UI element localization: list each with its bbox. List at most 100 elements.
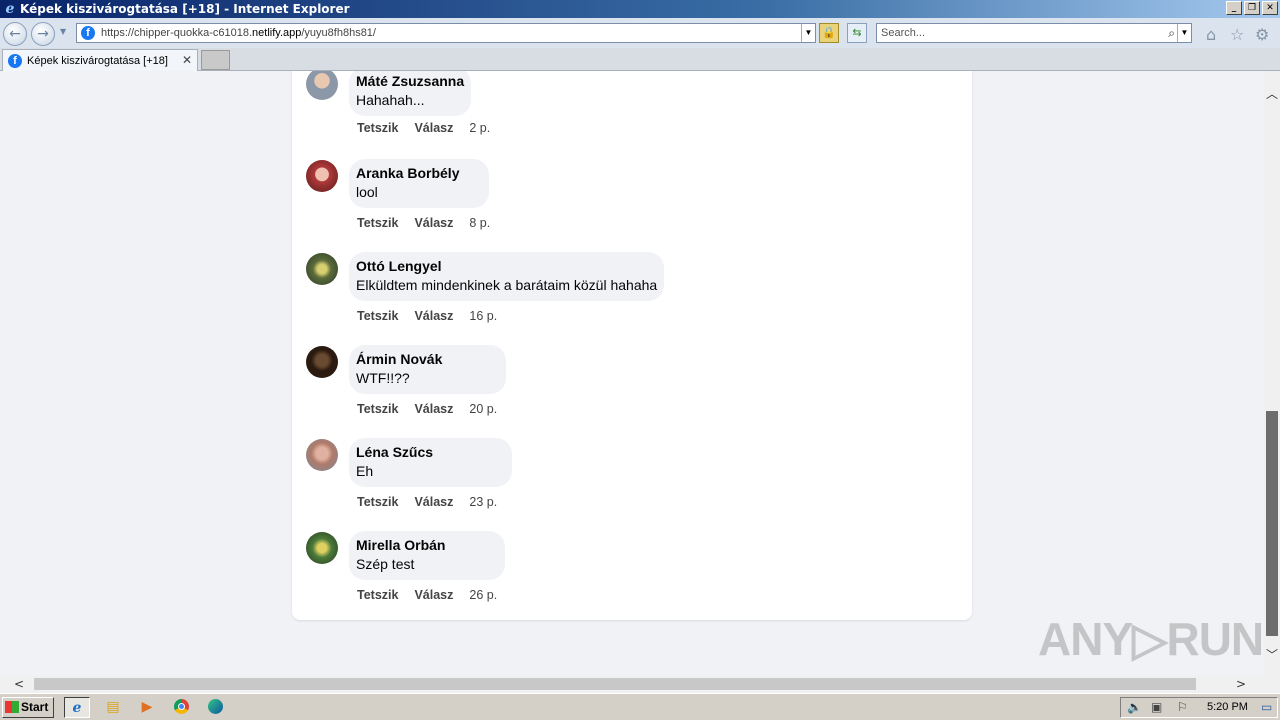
volume-icon[interactable]: 🔈 — [1127, 700, 1142, 714]
new-tab-button[interactable] — [201, 50, 230, 70]
search-box[interactable]: Search... ⌕ ▼ — [876, 23, 1192, 43]
address-dropdown-icon[interactable]: ▼ — [801, 24, 815, 42]
anyrun-watermark: ANY▷RUN — [1038, 613, 1264, 665]
vertical-scrollbar[interactable]: ︿ ﹀ — [1264, 71, 1280, 676]
comment-text: Szép test — [356, 556, 415, 572]
reply-button[interactable]: Válasz — [414, 216, 453, 230]
comment-bubble: Máté Zsuzsanna Hahahah... — [349, 71, 472, 116]
comment-text: lool — [356, 184, 378, 200]
comment-text: Elküldtem mindenkinek a barátaim közül h… — [356, 277, 658, 293]
comment-author[interactable]: Aranka Borbély — [356, 164, 459, 183]
lock-icon[interactable]: 🔒 — [819, 23, 839, 43]
comment-actions: Tetszik Válasz 20 p. — [357, 402, 497, 416]
avatar[interactable] — [306, 346, 338, 378]
restore-button[interactable]: ❐ — [1244, 1, 1260, 15]
back-arrow-icon: ← — [9, 26, 21, 42]
file-explorer-icon[interactable]: ▤ — [100, 697, 126, 718]
system-tray: 🔈 ▣ ⚐ 5:20 PM ▭ — [1120, 697, 1278, 718]
clock[interactable]: 5:20 PM — [1207, 701, 1248, 713]
comment-actions: Tetszik Válasz 16 p. — [357, 309, 497, 323]
horizontal-scrollbar[interactable]: < > — [0, 676, 1264, 693]
comment-text: Hahahah... — [356, 92, 425, 108]
home-icon[interactable]: ⌂ — [1206, 25, 1216, 44]
tab-bar: f Képek kiszivárogtatása [+18] ✕ — [0, 48, 1280, 71]
media-player-icon[interactable]: ▶ — [134, 697, 160, 718]
like-button[interactable]: Tetszik — [357, 309, 398, 323]
tab-active[interactable]: f Képek kiszivárogtatása [+18] ✕ — [2, 49, 198, 71]
comment-time[interactable]: 23 p. — [469, 495, 497, 509]
search-placeholder: Search... — [881, 27, 926, 39]
reply-button[interactable]: Válasz — [414, 402, 453, 416]
avatar[interactable] — [306, 160, 338, 192]
network-icon[interactable]: ▣ — [1151, 700, 1162, 714]
close-button[interactable]: ✕ — [1262, 1, 1278, 15]
comment-author[interactable]: Ottó Lengyel — [356, 257, 657, 276]
comment-author[interactable]: Máté Zsuzsanna — [356, 72, 464, 91]
comment-bubble: Léna Szűcs Eh — [349, 438, 513, 487]
comment-time[interactable]: 16 p. — [469, 309, 497, 323]
favorites-star-icon[interactable]: ☆ — [1230, 25, 1244, 44]
avatar[interactable] — [306, 253, 338, 285]
comment-bubble: Mirella Orbán Szép test — [349, 531, 506, 580]
refresh-icon[interactable]: ⇆ — [847, 23, 867, 43]
window-title: Képek kiszivárogtatása [+18] - Internet … — [20, 2, 350, 16]
reply-button[interactable]: Válasz — [414, 588, 453, 602]
back-button[interactable]: ← — [3, 22, 27, 46]
facebook-favicon-icon: f — [8, 53, 22, 68]
search-icon[interactable]: ⌕ — [1168, 24, 1175, 42]
minimize-button[interactable]: _ — [1226, 1, 1242, 15]
reply-button[interactable]: Válasz — [414, 121, 453, 135]
comment-time[interactable]: 2 p. — [469, 121, 490, 135]
comment-bubble: Ottó Lengyel Elküldtem mindenkinek a bar… — [349, 252, 665, 301]
scrollbar-corner — [1264, 676, 1280, 693]
url-domain: netlify.app — [252, 27, 302, 39]
tab-close-icon[interactable]: ✕ — [182, 53, 192, 67]
search-dropdown-icon[interactable]: ▼ — [1177, 24, 1191, 42]
reply-button[interactable]: Válasz — [414, 495, 453, 509]
internet-explorer-taskbar-icon[interactable]: e — [64, 697, 90, 718]
avatar[interactable] — [306, 532, 338, 564]
url-prefix: https://chipper-quokka-c61018. — [101, 27, 253, 39]
horizontal-scroll-thumb[interactable] — [34, 678, 1196, 690]
show-desktop-icon[interactable]: ▭ — [1261, 700, 1272, 714]
windows-logo-icon — [5, 701, 19, 713]
taskbar: Start e ▤ ▶ 🔈 ▣ ⚐ 5:20 PM ▭ — [0, 693, 1280, 720]
comment-time[interactable]: 26 p. — [469, 588, 497, 602]
reply-button[interactable]: Válasz — [414, 309, 453, 323]
scroll-up-icon[interactable]: ︿ — [1264, 85, 1280, 102]
comment-bubble: Ármin Novák WTF!!?? — [349, 345, 507, 394]
scroll-right-icon[interactable]: > — [1236, 676, 1246, 693]
comment-author[interactable]: Mirella Orbán — [356, 536, 445, 555]
like-button[interactable]: Tetszik — [357, 495, 398, 509]
like-button[interactable]: Tetszik — [357, 121, 398, 135]
settings-gear-icon[interactable]: ⚙ — [1255, 25, 1269, 44]
comment-author[interactable]: Léna Szűcs — [356, 443, 433, 462]
scroll-left-icon[interactable]: < — [14, 676, 24, 693]
comment-bubble: Aranka Borbély lool — [349, 159, 490, 208]
comment-text: Eh — [356, 463, 374, 479]
page-viewport: Máté Zsuzsanna Hahahah... Tetszik Válasz… — [0, 71, 1264, 676]
navigation-bar: ← → ▼ f https://chipper-quokka-c61018.ne… — [0, 18, 1280, 48]
like-button[interactable]: Tetszik — [357, 588, 398, 602]
scroll-down-icon[interactable]: ﹀ — [1264, 646, 1280, 663]
edge-icon[interactable] — [202, 697, 228, 718]
action-center-flag-icon[interactable]: ⚐ — [1177, 700, 1188, 714]
avatar[interactable] — [306, 439, 338, 471]
comment-actions: Tetszik Válasz 8 p. — [357, 216, 490, 230]
chrome-icon[interactable] — [168, 697, 194, 718]
comment-time[interactable]: 8 p. — [469, 216, 490, 230]
comment-actions: Tetszik Válasz 23 p. — [357, 495, 497, 509]
history-dropdown-icon[interactable]: ▼ — [60, 27, 66, 36]
comment-author[interactable]: Ármin Novák — [356, 350, 442, 369]
title-bar: e Képek kiszivárogtatása [+18] - Interne… — [0, 0, 1280, 18]
start-button[interactable]: Start — [2, 697, 54, 718]
facebook-favicon-icon: f — [81, 26, 95, 40]
url-text[interactable]: https://chipper-quokka-c61018.netlify.ap… — [101, 27, 376, 39]
vertical-scroll-thumb[interactable] — [1266, 411, 1278, 636]
like-button[interactable]: Tetszik — [357, 402, 398, 416]
forward-button[interactable]: → — [31, 22, 55, 46]
address-bar[interactable]: f https://chipper-quokka-c61018.netlify.… — [76, 23, 816, 43]
comment-time[interactable]: 20 p. — [469, 402, 497, 416]
comment-text: WTF!!?? — [356, 370, 410, 386]
like-button[interactable]: Tetszik — [357, 216, 398, 230]
